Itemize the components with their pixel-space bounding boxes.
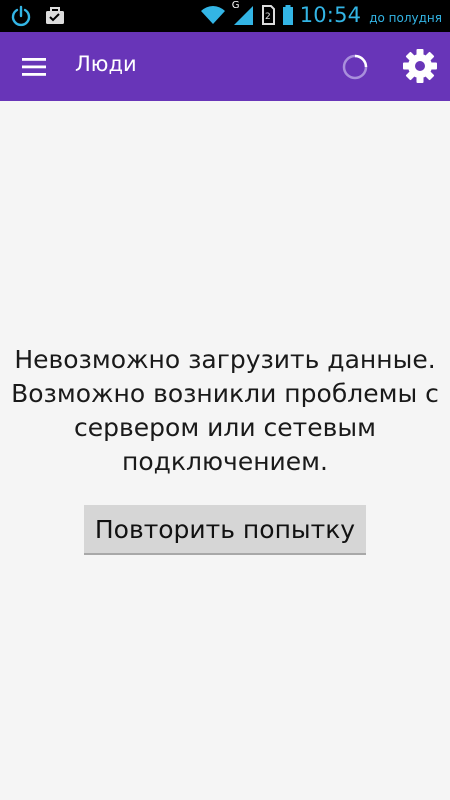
loading-spinner-icon	[342, 54, 368, 80]
app-bar: Люди	[0, 32, 450, 101]
status-ampm: до полудня	[369, 11, 442, 25]
retry-button[interactable]: Повторить попытку	[84, 505, 366, 555]
status-bar-left-icons	[10, 5, 66, 27]
error-line: Невозможно загрузить данные.	[14, 345, 436, 374]
settings-button[interactable]	[400, 46, 440, 86]
error-line: Возможно возникли проблемы с	[11, 379, 439, 408]
wifi-icon	[200, 6, 225, 24]
power-icon	[11, 5, 31, 27]
battery-icon	[282, 5, 293, 25]
page-title: Люди	[75, 52, 137, 76]
signal-icon: G	[232, 0, 254, 27]
svg-text:2: 2	[265, 12, 271, 22]
main-content: Невозможно загрузить данные. Возможно во…	[0, 101, 450, 800]
sim-icon: 2	[261, 5, 275, 25]
error-line: сервером или сетевым	[74, 413, 376, 442]
error-message: Невозможно загрузить данные. Возможно во…	[0, 343, 450, 479]
error-line: подключением.	[122, 447, 328, 476]
status-time: 10:54	[299, 3, 362, 27]
hamburger-menu-icon	[22, 58, 46, 76]
briefcase-icon	[46, 7, 64, 24]
menu-button[interactable]	[20, 54, 50, 80]
status-bar: G 2 10:54 до полудня	[0, 0, 450, 32]
status-bar-right-icons: G 2 10:54 до полудня	[200, 0, 442, 27]
gear-icon	[403, 49, 437, 83]
